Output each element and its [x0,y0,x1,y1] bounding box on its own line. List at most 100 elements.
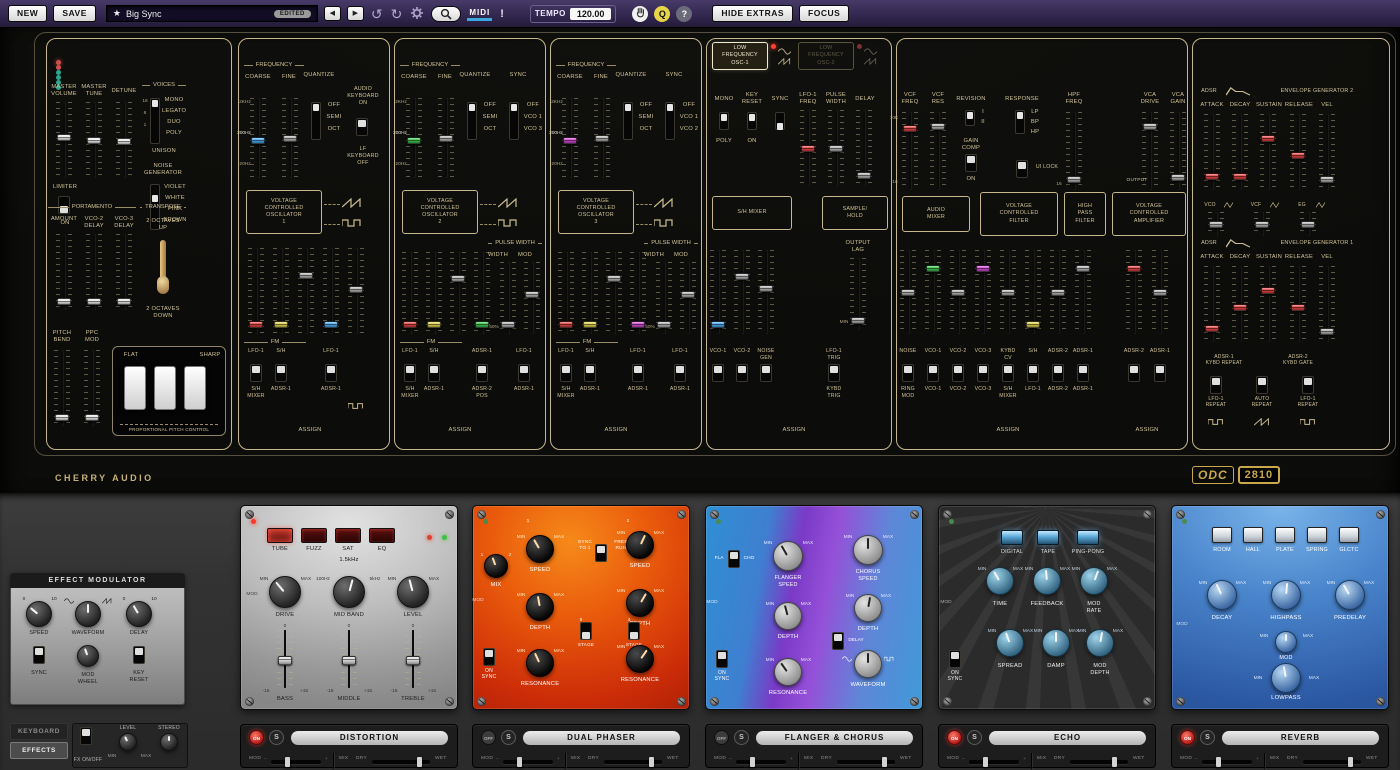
rocker-switch[interactable] [150,98,160,144]
mix-slider-handle[interactable] [649,757,654,767]
toggle-switch[interactable] [1256,376,1268,394]
tube-button[interactable] [267,528,293,543]
tempo-value[interactable]: 120.00 [570,8,612,20]
toggle-handle[interactable] [520,366,528,373]
slider-cap[interactable] [857,172,871,179]
slider-cap[interactable] [1320,328,1334,335]
toggle-handle[interactable] [834,634,842,641]
fx-level-knob[interactable] [119,733,137,751]
slider-cap[interactable] [1301,221,1315,228]
rocker-switch[interactable] [1015,110,1025,134]
slider[interactable] [656,262,672,334]
source-select-toggle[interactable] [902,364,914,382]
toggle-handle[interactable] [1156,366,1164,373]
toggle-handle[interactable] [1004,366,1012,373]
slider[interactable] [850,258,866,330]
slider[interactable] [975,250,991,334]
toggle-handle[interactable] [1079,366,1087,373]
phaser-speed-1-knob[interactable] [526,535,554,563]
phaser-depth-2-knob[interactable] [626,589,654,617]
toggle-handle[interactable] [714,366,722,373]
plate-button[interactable] [1275,527,1295,543]
slider[interactable] [856,110,872,186]
delay-toggle[interactable] [832,632,844,650]
help-icon[interactable]: ? [676,6,692,22]
mix-slider[interactable] [604,760,662,764]
slider[interactable] [1254,212,1270,236]
power-button[interactable]: ON [249,730,264,745]
slider[interactable] [323,248,339,334]
toggle-handle[interactable] [1258,378,1266,385]
time-knob[interactable] [986,567,1014,595]
waveform-knob[interactable] [854,650,882,678]
toggle-handle[interactable] [951,652,959,659]
toggle-handle[interactable] [597,546,605,553]
rocker-switch[interactable] [665,102,675,140]
slider-cap[interactable] [759,285,773,292]
power-button[interactable]: OFF [714,730,729,745]
glctc-button[interactable] [1339,527,1359,543]
damp-knob[interactable] [1042,629,1070,657]
slider-cap[interactable] [439,135,453,142]
switch-handle[interactable] [721,114,727,121]
slider-cap[interactable] [1153,289,1167,296]
mix-slider[interactable] [1070,760,1128,764]
toggle-handle[interactable] [1304,378,1312,385]
slider-cap[interactable] [249,321,263,328]
effects-tab[interactable]: EFFECTS [10,742,68,759]
slider-cap[interactable] [1026,321,1040,328]
slider-cap[interactable] [1209,221,1223,228]
slider-cap[interactable] [1205,173,1219,180]
keyboard-tab[interactable]: KEYBOARD [10,723,68,740]
sat-button[interactable] [335,528,361,543]
em-speed-knob[interactable] [26,601,52,627]
undo-icon[interactable]: ↺ [370,7,384,21]
slider-cap[interactable] [278,656,292,665]
source-select-toggle[interactable] [674,364,686,382]
toggle-handle[interactable] [327,366,335,373]
slider-cap[interactable] [903,125,917,132]
slider[interactable] [282,98,298,178]
echo-sync-toggle[interactable] [949,650,961,668]
toggle-handle[interactable] [634,366,642,373]
slider-cap[interactable] [87,298,101,305]
feedback-knob[interactable] [1033,567,1061,595]
mod-slider-handle[interactable] [1216,757,1221,767]
toggle-handle[interactable] [1018,162,1026,169]
switch-handle[interactable] [967,112,973,119]
rocker-switch[interactable] [719,112,729,130]
preset-field[interactable]: ★ Big Sync EDITED [106,5,318,22]
rocker-switch[interactable] [775,112,785,130]
toggle-handle[interactable] [406,366,414,373]
mod-slider[interactable] [503,760,553,764]
tape-button[interactable] [1037,530,1059,545]
toggle-handle[interactable] [676,366,684,373]
slider[interactable] [950,250,966,334]
slider-cap[interactable] [607,275,621,282]
predelay-knob[interactable] [1335,580,1365,610]
slider[interactable] [594,98,610,178]
mod-slider[interactable] [1202,760,1252,764]
slider[interactable] [86,102,102,178]
em-mod-wheel-knob[interactable] [77,645,99,667]
highpass-knob[interactable] [1271,580,1301,610]
slider-cap[interactable] [274,321,288,328]
slider-cap[interactable] [1233,173,1247,180]
em-sync-toggle[interactable] [33,646,45,664]
mod-slider[interactable] [736,760,786,764]
source-select-toggle[interactable] [632,364,644,382]
slider[interactable] [800,110,816,186]
mod-depth-knob[interactable] [1086,629,1114,657]
rocker-switch[interactable] [747,112,757,130]
toggle-handle[interactable] [1029,366,1037,373]
source-select-toggle[interactable] [275,364,287,382]
solo-button[interactable]: S [734,730,749,745]
chorus-speed-knob[interactable] [853,535,883,565]
slider[interactable] [734,250,750,334]
slider[interactable] [1319,114,1335,190]
switch-handle[interactable] [667,104,673,111]
toggle-switch[interactable] [965,154,977,172]
rocker-switch[interactable] [965,110,975,126]
switch-handle[interactable] [469,104,475,111]
slider-cap[interactable] [595,135,609,142]
